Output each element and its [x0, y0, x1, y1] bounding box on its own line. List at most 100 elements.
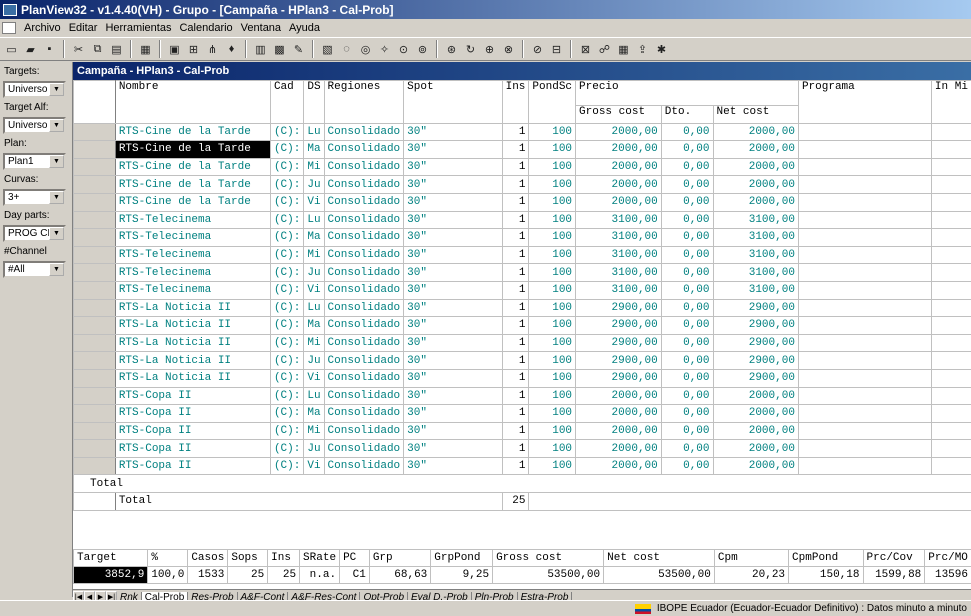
table-row[interactable]: RTS-Telecinema (C): Ma Consolidado 30" 1 100 31…: [73, 228, 971, 247]
cell-ins[interactable]: 1: [501, 140, 530, 159]
col-header-extra[interactable]: In Mi: [930, 80, 971, 124]
cell-cad[interactable]: (C):: [269, 456, 305, 476]
cell-extra[interactable]: [930, 192, 971, 212]
cell-extra[interactable]: [930, 280, 971, 300]
cell-programa[interactable]: [797, 368, 932, 388]
cell-extra[interactable]: [930, 404, 971, 423]
cell-net[interactable]: 2900,00: [712, 316, 799, 335]
cell-dto[interactable]: 0,00: [660, 157, 714, 177]
col-header-net[interactable]: Net cost: [712, 105, 799, 124]
cell-dto[interactable]: 0,00: [660, 280, 714, 300]
table-row[interactable]: RTS-Copa II (C): Mi Consolidado 30" 1 100 2000,…: [73, 421, 971, 441]
cell-cad[interactable]: (C):: [269, 404, 305, 423]
cell-ins[interactable]: 1: [501, 210, 530, 230]
cell-cad[interactable]: (C):: [269, 157, 305, 177]
calc-icon[interactable]: ▥: [252, 41, 269, 58]
cell-dto[interactable]: 0,00: [660, 333, 714, 353]
table-row[interactable]: RTS-Cine de la Tarde (C): Lu Consolidado 30"…: [73, 122, 971, 142]
cell-dto[interactable]: 0,00: [660, 316, 714, 335]
cell-pond[interactable]: 100: [528, 421, 577, 441]
cell-pond[interactable]: 100: [528, 386, 577, 406]
cell-reg[interactable]: Consolidado: [323, 263, 405, 282]
cell-pond[interactable]: 100: [528, 404, 577, 423]
film-icon[interactable]: ▩: [271, 41, 288, 58]
cell-extra[interactable]: [930, 210, 971, 230]
cell-extra[interactable]: [930, 122, 971, 142]
cell-pond[interactable]: 100: [528, 210, 577, 230]
row-header[interactable]: [73, 298, 116, 318]
cell-programa[interactable]: [797, 298, 932, 318]
cell-reg[interactable]: Consolidado: [323, 368, 405, 388]
cell-cad[interactable]: (C):: [269, 298, 305, 318]
cell-reg[interactable]: Consolidado: [323, 333, 405, 353]
cell-ds[interactable]: Ju: [303, 439, 325, 458]
cell-cad[interactable]: (C):: [269, 122, 305, 142]
cell-cad[interactable]: (C):: [269, 263, 305, 282]
cell-extra[interactable]: [930, 140, 971, 159]
cell-dto[interactable]: 0,00: [660, 368, 714, 388]
cell-dto[interactable]: 0,00: [660, 140, 714, 159]
cell-reg[interactable]: Consolidado: [323, 439, 405, 458]
cell-gross[interactable]: 2000,00: [575, 439, 662, 458]
table-row[interactable]: RTS-La Noticia II (C): Vi Consolidado 30" 1 10…: [73, 368, 971, 388]
cell-extra[interactable]: [930, 351, 971, 370]
cell-spot[interactable]: 30": [403, 404, 503, 423]
row-header[interactable]: [73, 351, 116, 370]
cell-spot[interactable]: 30": [403, 333, 503, 353]
table-row[interactable]: RTS-Cine de la Tarde (C): Vi Consolidado 30"…: [73, 192, 971, 212]
dropdown-arrow-icon[interactable]: ▼: [49, 119, 64, 132]
cell-pond[interactable]: 100: [528, 263, 577, 282]
cell-reg[interactable]: Consolidado: [323, 210, 405, 230]
cell-dto[interactable]: 0,00: [660, 122, 714, 142]
cell-ds[interactable]: Vi: [303, 192, 325, 212]
cell-dto[interactable]: 0,00: [660, 175, 714, 194]
cell-programa[interactable]: [797, 192, 932, 212]
tree-icon[interactable]: ⋔: [204, 41, 221, 58]
summary-value[interactable]: 68,63: [368, 566, 432, 584]
cell-gross[interactable]: 3100,00: [575, 228, 662, 247]
cell-extra[interactable]: [930, 333, 971, 353]
cell-nombre[interactable]: RTS-Cine de la Tarde: [114, 175, 271, 194]
cell-ds[interactable]: Mi: [303, 333, 325, 353]
report-icon[interactable]: ▧: [319, 41, 336, 58]
cell-net[interactable]: 2900,00: [712, 333, 799, 353]
cell-ins[interactable]: 1: [501, 351, 530, 370]
cell-programa[interactable]: [797, 316, 932, 335]
cell-spot[interactable]: 30": [403, 386, 503, 406]
cell-net[interactable]: 2900,00: [712, 368, 799, 388]
zoom2-icon[interactable]: ⊠: [577, 41, 594, 58]
filter-select[interactable]: Plan1 ▼: [3, 153, 66, 170]
cell-pond[interactable]: 100: [528, 157, 577, 177]
cell-ds[interactable]: Ma: [303, 228, 325, 247]
cell-ins[interactable]: 1: [501, 298, 530, 318]
cell-gross[interactable]: 2000,00: [575, 140, 662, 159]
cell-programa[interactable]: [797, 140, 932, 159]
cell-ds[interactable]: Vi: [303, 368, 325, 388]
cell-spot[interactable]: 30": [403, 157, 503, 177]
cell-pond[interactable]: 100: [528, 368, 577, 388]
cell-reg[interactable]: Consolidado: [323, 456, 405, 476]
dropdown-arrow-icon[interactable]: ▼: [49, 263, 64, 276]
table-row[interactable]: RTS-Telecinema (C): Lu Consolidado 30" 1 100 31…: [73, 210, 971, 230]
pin-icon[interactable]: ♦: [223, 41, 240, 58]
cell-dto[interactable]: 0,00: [660, 298, 714, 318]
cell-gross[interactable]: 2000,00: [575, 421, 662, 441]
cell-pond[interactable]: 100: [528, 245, 577, 265]
cell-nombre[interactable]: RTS-Telecinema: [114, 280, 271, 300]
summary-value[interactable]: 9,25: [430, 566, 494, 584]
cell-cad[interactable]: (C):: [269, 245, 305, 265]
circle2-icon[interactable]: ◎: [357, 41, 374, 58]
cell-gross[interactable]: 2900,00: [575, 316, 662, 335]
table-icon[interactable]: ▦: [615, 41, 632, 58]
cell-ins[interactable]: 1: [501, 192, 530, 212]
cell-gross[interactable]: 3100,00: [575, 263, 662, 282]
cell-nombre[interactable]: RTS-La Noticia II: [114, 316, 271, 335]
cell-gross[interactable]: 2000,00: [575, 404, 662, 423]
chart-icon[interactable]: ✎: [290, 41, 307, 58]
cell-cad[interactable]: (C):: [269, 140, 305, 159]
summary-value[interactable]: 25: [267, 566, 301, 584]
cell-spot[interactable]: 30": [403, 210, 503, 230]
table-row[interactable]: RTS-Telecinema (C): Ju Consolidado 30" 1 100 31…: [73, 263, 971, 282]
save-icon[interactable]: ▪: [41, 41, 58, 58]
cell-programa[interactable]: [797, 157, 932, 177]
